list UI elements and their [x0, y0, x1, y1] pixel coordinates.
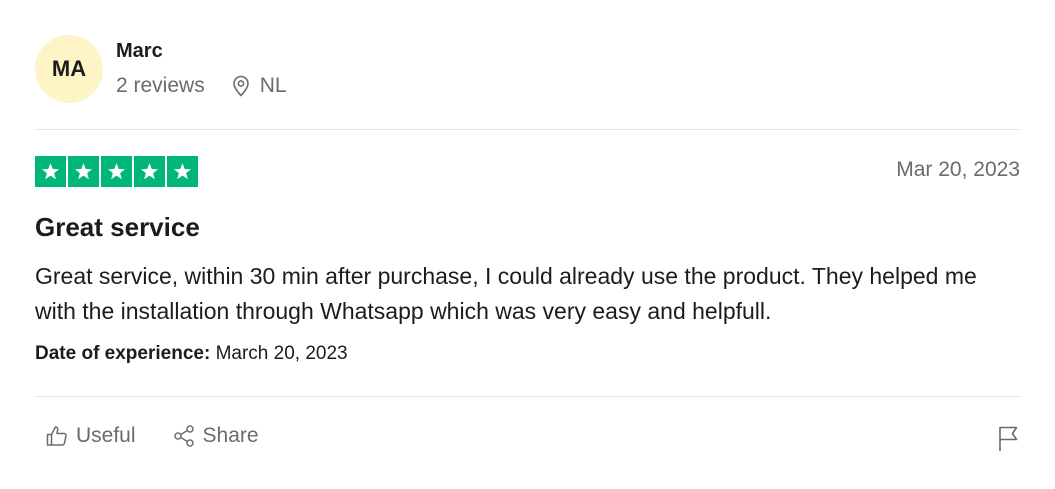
review-card: MA Marc 2 reviews NL Mar 20, 2023 Great …: [35, 0, 1020, 489]
review-body: Great service, within 30 min after purch…: [35, 263, 977, 324]
share-button[interactable]: Share: [172, 424, 259, 448]
star-icon: [68, 156, 99, 187]
location-label: NL: [259, 74, 287, 97]
review-title[interactable]: Great service: [35, 212, 200, 243]
reviewer-location: NL: [231, 74, 287, 98]
thumbs-up-icon: [46, 426, 67, 446]
experience-date: March 20, 2023: [215, 343, 348, 364]
reviews-count: 2 reviews: [116, 74, 205, 97]
share-label: Share: [202, 424, 259, 447]
star-rating: [35, 156, 200, 187]
avatar[interactable]: MA: [35, 35, 103, 103]
reviewer-name[interactable]: Marc: [116, 40, 163, 63]
share-icon: [173, 425, 194, 447]
useful-label: Useful: [76, 424, 136, 447]
reviewer-header: MA Marc 2 reviews NL: [35, 34, 1020, 104]
reviewer-meta: 2 reviews NL: [116, 74, 287, 98]
star-icon: [167, 156, 198, 187]
star-icon: [134, 156, 165, 187]
experience-label: Date of experience:: [35, 343, 211, 364]
review-actions: Useful Share: [45, 424, 295, 448]
location-pin-icon: [232, 75, 249, 97]
footer-divider: [35, 396, 1020, 397]
star-icon: [101, 156, 132, 187]
header-divider: [35, 129, 1020, 130]
date-of-experience: Date of experience: March 20, 2023: [35, 343, 348, 365]
useful-button[interactable]: Useful: [45, 424, 136, 448]
report-button[interactable]: [996, 424, 1020, 457]
review-date: Mar 20, 2023: [896, 158, 1020, 181]
star-icon: [35, 156, 66, 187]
flag-icon: [999, 426, 1018, 451]
